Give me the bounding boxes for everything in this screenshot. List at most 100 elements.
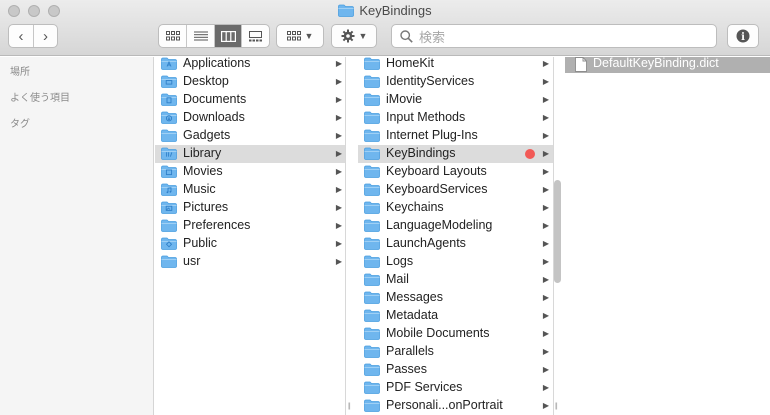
row-label: KeyBindings	[386, 146, 456, 160]
folder-music-icon	[161, 183, 177, 199]
red-tag-dot	[525, 149, 535, 159]
row-label: Library	[183, 146, 222, 160]
folder-row[interactable]: Library ▶	[155, 145, 345, 163]
sidebar-section-favorites[interactable]: よく使う項目	[10, 89, 70, 104]
chevron-right-icon: ›	[43, 27, 48, 45]
search-field[interactable]: 検索	[391, 24, 717, 48]
list-view-button[interactable]	[186, 25, 214, 47]
disclosure-arrow-icon: ▶	[335, 221, 342, 230]
folder-row[interactable]: KeyboardServices ▶	[358, 181, 553, 199]
folder-icon	[161, 219, 177, 235]
disclosure-arrow-icon: ▶	[335, 257, 342, 266]
folder-row[interactable]: HomeKit ▶	[358, 57, 553, 73]
disclosure-arrow-icon: ▶	[542, 59, 549, 68]
folder-row[interactable]: Messages ▶	[358, 289, 553, 307]
search-placeholder: 検索	[419, 29, 446, 45]
folder-row[interactable]: KeyBindings ▶	[358, 145, 553, 163]
folder-row[interactable]: usr ▶	[155, 253, 345, 271]
sidebar: 場所 よく使う項目 タグ	[0, 57, 154, 415]
folder-icon	[364, 165, 380, 181]
folder-row[interactable]: LaunchAgents ▶	[358, 235, 553, 253]
row-label: DefaultKeyBinding.dict	[593, 57, 719, 70]
folder-row[interactable]: Movies ▶	[155, 163, 345, 181]
folder-row[interactable]: Passes ▶	[358, 361, 553, 379]
row-label: Personali...onPortrait	[386, 398, 503, 412]
action-control: ▼	[332, 25, 376, 47]
folder-row[interactable]: LanguageModeling ▶	[358, 217, 553, 235]
folder-row[interactable]: PDF Services ▶	[358, 379, 553, 397]
forward-button[interactable]: ›	[33, 25, 57, 47]
folder-row[interactable]: iMovie ▶	[358, 91, 553, 109]
folder-icon	[364, 219, 380, 235]
row-label: Mail	[386, 272, 409, 286]
group-by-control: ▼	[277, 25, 323, 47]
chevron-down-icon: ▼	[358, 31, 368, 41]
disclosure-arrow-icon: ▶	[542, 383, 549, 392]
folder-row[interactable]: Music ▶	[155, 181, 345, 199]
action-menu-button[interactable]: ▼	[331, 24, 377, 48]
grid-icon	[165, 31, 180, 41]
folder-row[interactable]: Public ▶	[155, 235, 345, 253]
folder-row[interactable]: Mail ▶	[358, 271, 553, 289]
get-info-button[interactable]: i	[727, 24, 759, 48]
disclosure-arrow-icon: ▶	[542, 113, 549, 122]
folder-movies-icon	[161, 165, 177, 181]
row-label: Logs	[386, 254, 414, 268]
folder-row[interactable]: Keyboard Layouts ▶	[358, 163, 553, 181]
file-row[interactable]: DefaultKeyBinding.dict	[565, 57, 770, 73]
folder-icon	[364, 399, 380, 415]
row-label: Public	[183, 236, 218, 250]
folder-public-icon	[161, 237, 177, 253]
view-mode-control	[158, 24, 270, 48]
row-label: Keychains	[386, 200, 444, 214]
gallery-view-button[interactable]	[241, 25, 269, 47]
row-label: IdentityServices	[386, 74, 475, 88]
folder-pictures-icon	[161, 201, 177, 217]
row-label: Preferences	[183, 218, 251, 232]
disclosure-arrow-icon: ▶	[335, 239, 342, 248]
titlebar: KeyBindings ‹ › ▼ ▼ 検索 i	[0, 0, 770, 56]
folder-row[interactable]: Keychains ▶	[358, 199, 553, 217]
folder-icon	[364, 183, 380, 199]
row-label: Downloads	[183, 110, 245, 124]
folder-row[interactable]: Applications ▶	[155, 57, 345, 73]
folder-row[interactable]: Metadata ▶	[358, 307, 553, 325]
disclosure-arrow-icon: ▶	[542, 131, 549, 140]
folder-row[interactable]: IdentityServices ▶	[358, 73, 553, 91]
folder-icon	[364, 201, 380, 217]
folder-row[interactable]: Documents ▶	[155, 91, 345, 109]
folder-icon	[364, 363, 380, 379]
folder-row[interactable]: Downloads ▶	[155, 109, 345, 127]
folder-row[interactable]: Parallels ▶	[358, 343, 553, 361]
folder-row[interactable]: Desktop ▶	[155, 73, 345, 91]
column-view-button[interactable]	[213, 25, 242, 47]
gear-icon	[341, 29, 355, 43]
row-label: Documents	[183, 92, 247, 106]
icon-view-button[interactable]	[159, 25, 186, 47]
folder-applications-icon	[161, 57, 177, 73]
folder-icon	[161, 129, 177, 145]
row-label: iMovie	[386, 92, 423, 106]
folder-row[interactable]: Preferences ▶	[155, 217, 345, 235]
folder-desktop-icon	[161, 75, 177, 91]
folder-row[interactable]: Input Methods ▶	[358, 109, 553, 127]
sidebar-section-locations[interactable]: 場所	[10, 63, 30, 78]
folder-row[interactable]: Gadgets ▶	[155, 127, 345, 145]
disclosure-arrow-icon: ▶	[335, 203, 342, 212]
sidebar-section-tags[interactable]: タグ	[10, 115, 30, 130]
folder-row[interactable]: Mobile Documents ▶	[358, 325, 553, 343]
column-resize-handle[interactable]: ||	[348, 403, 350, 410]
row-label: Applications	[183, 57, 251, 70]
disclosure-arrow-icon: ▶	[335, 167, 342, 176]
folder-row[interactable]: Personali...onPortrait ▶	[358, 397, 553, 415]
back-button[interactable]: ‹	[9, 25, 33, 47]
folder-row[interactable]: Pictures ▶	[155, 199, 345, 217]
column-library-scrollbar[interactable]	[554, 180, 561, 283]
column-resize-handle[interactable]: ||	[555, 403, 557, 410]
folder-downloads-icon	[161, 111, 177, 127]
gallery-icon	[249, 30, 263, 41]
folder-row[interactable]: Internet Plug-Ins ▶	[358, 127, 553, 145]
folder-row[interactable]: Logs ▶	[358, 253, 553, 271]
group-by-button[interactable]: ▼	[276, 24, 324, 48]
row-label: LaunchAgents	[386, 236, 466, 250]
